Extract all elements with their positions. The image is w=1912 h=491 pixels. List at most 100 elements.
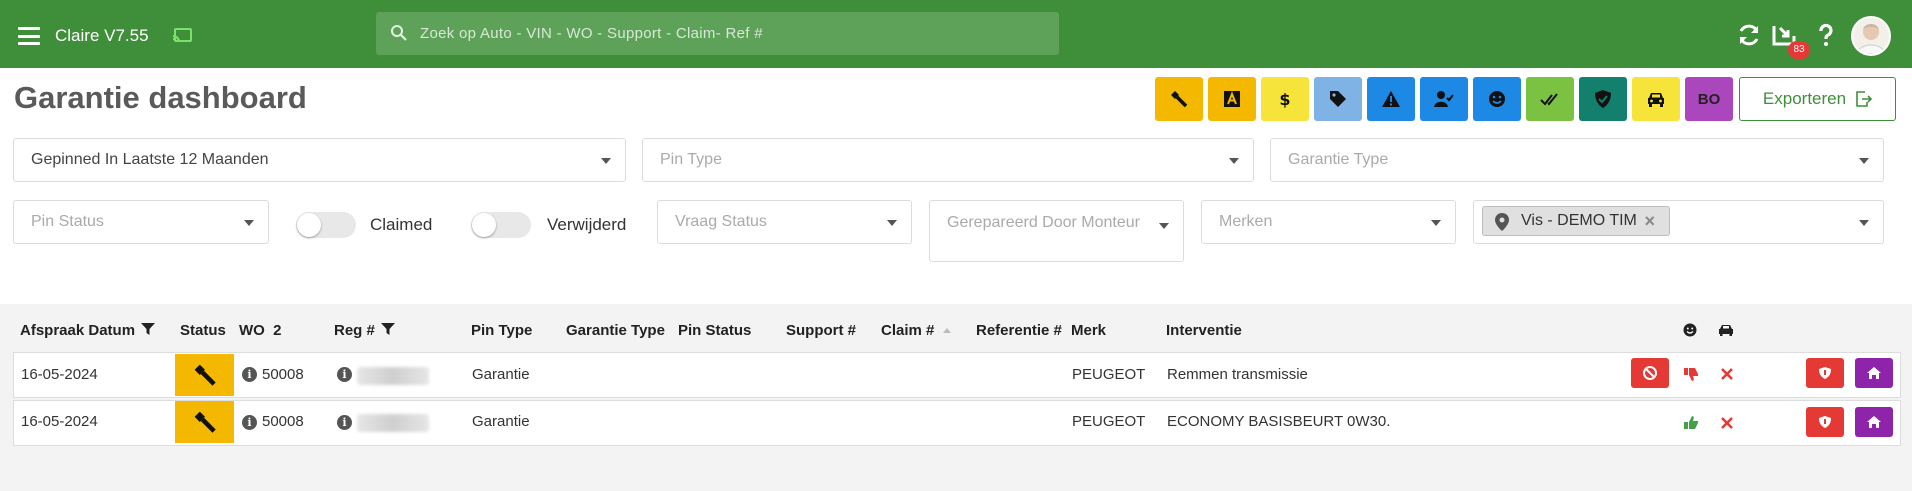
period-select[interactable]: Gepinned In Laatste 12 Maanden: [13, 138, 626, 182]
shield-button[interactable]: [1806, 358, 1844, 388]
car-icon: [1719, 325, 1733, 336]
block-button[interactable]: [1631, 358, 1669, 388]
bo-label: BO: [1697, 90, 1721, 108]
filter-icon[interactable]: [381, 322, 396, 336]
cell-date: 16-05-2024: [21, 413, 98, 430]
shield-button[interactable]: [1806, 407, 1844, 437]
cell-wo[interactable]: 50008: [262, 413, 304, 430]
close-icon[interactable]: [1719, 415, 1735, 431]
thumbs-down-icon[interactable]: [1683, 366, 1699, 382]
gerepareerd-door-placeholder: Gerepareerd Door Monteur: [947, 214, 1140, 231]
hamburger-menu-icon[interactable]: [18, 27, 40, 45]
home-icon: [1867, 367, 1881, 379]
close-icon[interactable]: [1719, 366, 1735, 382]
home-button[interactable]: [1855, 358, 1893, 388]
header-reg[interactable]: Reg #: [334, 322, 396, 339]
filter-double-check-button[interactable]: [1526, 77, 1574, 121]
info-icon[interactable]: i: [337, 367, 352, 382]
cell-interventie: Remmen transmissie: [1167, 366, 1308, 383]
letter-a-icon: [1224, 91, 1240, 107]
home-icon: [1867, 416, 1881, 428]
filter-car-button[interactable]: [1632, 77, 1680, 121]
claimed-toggle[interactable]: [296, 212, 356, 238]
search-input[interactable]: [420, 12, 1040, 55]
wrench-icon: [194, 364, 216, 386]
claimed-label: Claimed: [370, 215, 433, 234]
shield-icon: [1819, 367, 1831, 379]
filter-icon[interactable]: [141, 322, 156, 336]
pin-type-select[interactable]: Pin Type: [642, 138, 1254, 182]
status-wrench-button[interactable]: [175, 354, 234, 396]
chevron-down-icon: [1229, 158, 1239, 164]
filter-tag-button[interactable]: [1314, 77, 1362, 121]
cell-pin-type: Garantie: [472, 413, 530, 430]
export-button[interactable]: Exporteren: [1739, 77, 1896, 121]
header-garantie-type[interactable]: Garantie Type: [566, 322, 665, 339]
car-icon: [1648, 93, 1664, 107]
reg-redacted: [357, 414, 429, 432]
filter-user-check-button[interactable]: [1420, 77, 1468, 121]
info-icon[interactable]: i: [337, 415, 352, 430]
user-avatar[interactable]: [1851, 16, 1891, 56]
cast-icon[interactable]: [172, 28, 192, 44]
filter-dollar-button[interactable]: $: [1261, 77, 1309, 121]
chevron-down-icon: [1431, 220, 1441, 226]
thumbs-up-icon[interactable]: [1683, 415, 1699, 431]
filter-a-button[interactable]: [1208, 77, 1256, 121]
svg-text:$: $: [1279, 90, 1290, 109]
header-pin-type[interactable]: Pin Type: [471, 322, 532, 339]
header-afspraak-datum[interactable]: Afspraak Datum: [20, 322, 156, 339]
home-button[interactable]: [1855, 407, 1893, 437]
verwijderd-toggle[interactable]: [471, 212, 531, 238]
location-chip-label: Vis - DEMO TIM: [1521, 212, 1637, 229]
chevron-down-icon: [887, 220, 897, 226]
cell-date: 16-05-2024: [21, 366, 98, 383]
header-referentie[interactable]: Referentie #: [976, 322, 1062, 339]
merken-placeholder: Merken: [1219, 213, 1273, 230]
info-icon[interactable]: i: [242, 415, 257, 430]
garantie-type-placeholder: Garantie Type: [1288, 151, 1389, 168]
merken-select[interactable]: Merken: [1201, 200, 1456, 244]
filter-shield-button[interactable]: [1579, 77, 1627, 121]
header-merk[interactable]: Merk: [1071, 322, 1106, 339]
global-search: [376, 12, 1059, 55]
chevron-down-icon: [1159, 223, 1169, 229]
sort-asc-icon: [942, 328, 951, 333]
header-status[interactable]: Status: [180, 322, 226, 339]
cell-pin-type: Garantie: [472, 366, 530, 383]
header-wo[interactable]: WO 2: [239, 322, 282, 339]
gerepareerd-door-select[interactable]: Gerepareerd Door Monteur: [929, 200, 1184, 262]
refresh-icon[interactable]: [1736, 22, 1762, 48]
garantie-type-select[interactable]: Garantie Type: [1270, 138, 1884, 182]
status-wrench-button[interactable]: [175, 401, 234, 443]
cell-wo[interactable]: 50008: [262, 366, 304, 383]
filter-bo-button[interactable]: BO: [1685, 77, 1733, 121]
chevron-down-icon: [1859, 158, 1869, 164]
top-bar: Claire V7.55 83: [0, 0, 1912, 68]
header-interventie[interactable]: Interventie: [1166, 322, 1242, 339]
dollar-icon: $: [1279, 90, 1290, 109]
header-support[interactable]: Support #: [786, 322, 856, 339]
chip-remove-icon[interactable]: ×: [1644, 207, 1655, 235]
location-chip: Vis - DEMO TIM ×: [1482, 206, 1670, 236]
warning-icon: [1382, 91, 1400, 107]
map-pin-icon: [1495, 213, 1509, 231]
notification-badge[interactable]: 83: [1788, 41, 1810, 59]
header-claim[interactable]: Claim #: [881, 322, 951, 339]
export-icon: [1856, 91, 1873, 107]
vraag-status-placeholder: Vraag Status: [675, 213, 767, 230]
help-icon[interactable]: [1813, 22, 1839, 48]
pin-status-select[interactable]: Pin Status: [13, 200, 269, 244]
header-pin-status[interactable]: Pin Status: [678, 322, 751, 339]
wrench-icon: [1171, 91, 1188, 108]
filter-wrench-button[interactable]: [1155, 77, 1203, 121]
app-title: Claire V7.55: [55, 26, 149, 45]
info-icon[interactable]: i: [242, 367, 257, 382]
pin-type-placeholder: Pin Type: [660, 151, 722, 168]
double-check-icon: [1540, 93, 1558, 106]
smiley-icon: [1683, 323, 1697, 337]
filter-warning-button[interactable]: [1367, 77, 1415, 121]
filter-smiley-button[interactable]: [1473, 77, 1521, 121]
vraag-status-select[interactable]: Vraag Status: [657, 200, 912, 244]
user-check-icon: [1434, 91, 1454, 107]
